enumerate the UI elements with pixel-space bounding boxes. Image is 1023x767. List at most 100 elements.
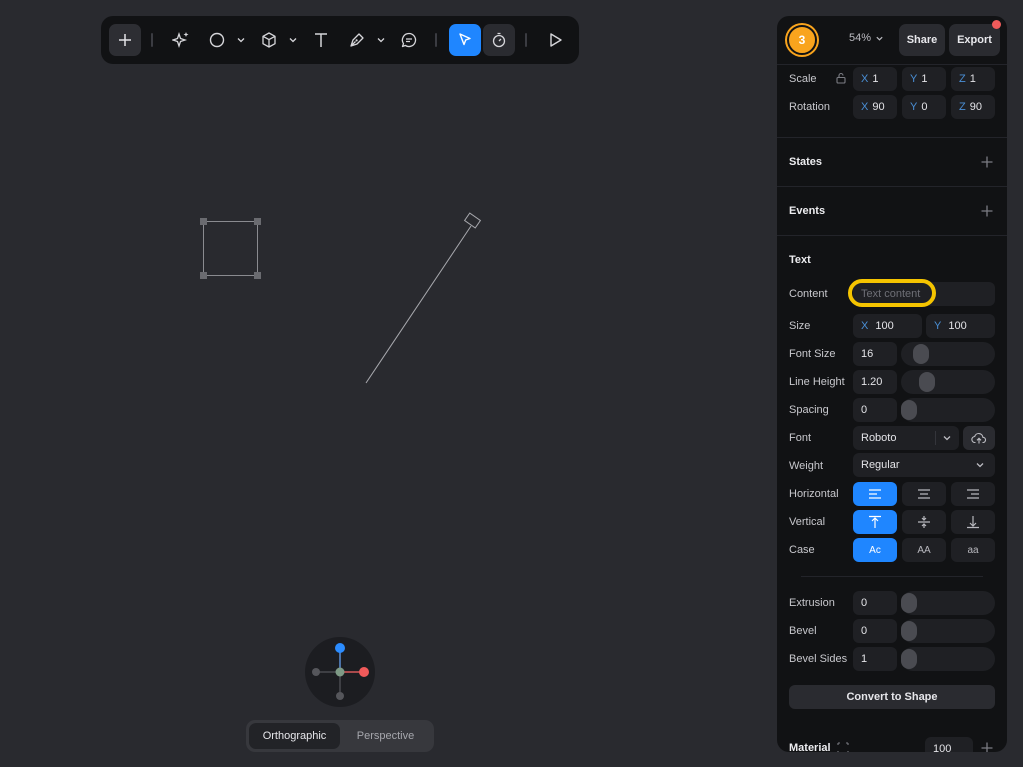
slider-knob[interactable] xyxy=(901,621,917,641)
spacing-input[interactable]: 0 xyxy=(853,398,897,422)
main-toolbar xyxy=(101,16,579,64)
zoom-level: 54% xyxy=(849,32,872,44)
orientation-gizmo[interactable] xyxy=(305,637,375,707)
valign-bottom-button[interactable] xyxy=(951,510,995,534)
size-y-field[interactable]: Y 100 xyxy=(926,314,995,338)
size-y-value: 100 xyxy=(948,320,967,332)
align-left-button[interactable] xyxy=(853,482,897,506)
extrusion-slider[interactable] xyxy=(901,591,995,615)
size-label: Size xyxy=(789,320,811,332)
events-heading: Events xyxy=(789,205,826,217)
header-divider xyxy=(777,64,1007,65)
text-tool-button[interactable] xyxy=(305,24,337,56)
material-grid-icon[interactable] xyxy=(837,742,849,752)
scale-y-value: 1 xyxy=(921,73,928,85)
bevel-sides-slider[interactable] xyxy=(901,647,995,671)
export-button[interactable]: Export xyxy=(949,24,1000,56)
bevel-value: 0 xyxy=(861,625,868,637)
scale-x-field[interactable]: X1 xyxy=(853,67,897,91)
select-tool-button[interactable] xyxy=(449,24,481,56)
text-section-heading: Text xyxy=(789,254,811,266)
object-dropdown-toggle[interactable] xyxy=(287,24,299,56)
slider-knob[interactable] xyxy=(901,593,917,613)
scale-z-value: 1 xyxy=(969,73,976,85)
font-size-input[interactable]: 16 xyxy=(853,342,897,366)
perspective-option[interactable]: Perspective xyxy=(340,723,431,749)
align-right-button[interactable] xyxy=(951,482,995,506)
comment-tool-button[interactable] xyxy=(393,24,425,56)
line-height-slider[interactable] xyxy=(901,370,995,394)
add-state-icon[interactable] xyxy=(980,155,994,169)
text-content-placeholder: Text content xyxy=(861,288,921,300)
ellipse-tool-button[interactable] xyxy=(201,24,233,56)
orthographic-option[interactable]: Orthographic xyxy=(249,723,340,749)
rotation-y-field[interactable]: Y0 xyxy=(902,95,946,119)
slider-knob[interactable] xyxy=(919,372,935,392)
slider-knob[interactable] xyxy=(913,344,929,364)
font-weight-select[interactable]: Regular xyxy=(853,453,995,477)
pen-icon xyxy=(350,33,364,47)
add-button[interactable] xyxy=(109,24,141,56)
add-event-icon[interactable] xyxy=(980,204,994,218)
comment-icon xyxy=(401,32,417,48)
font-family-select[interactable]: Roboto xyxy=(853,426,959,450)
add-material-icon[interactable] xyxy=(980,741,994,752)
avatar[interactable]: 3 xyxy=(787,25,817,55)
case-upper-button[interactable]: AA xyxy=(902,538,946,562)
bevel-label: Bevel xyxy=(789,625,817,637)
slider-knob[interactable] xyxy=(901,400,917,420)
section-divider xyxy=(777,235,1007,236)
zoom-selector[interactable]: 54% xyxy=(849,32,884,44)
axis-gizmo-graphic xyxy=(312,643,369,700)
case-lower-button[interactable]: aa xyxy=(951,538,995,562)
extrusion-label: Extrusion xyxy=(789,597,835,609)
bevel-sides-input[interactable]: 1 xyxy=(853,647,897,671)
bevel-input[interactable]: 0 xyxy=(853,619,897,643)
valign-middle-button[interactable] xyxy=(902,510,946,534)
valign-top-button[interactable] xyxy=(853,510,897,534)
slider-knob[interactable] xyxy=(901,649,917,669)
rotation-z-value: 90 xyxy=(969,101,982,113)
bevel-slider[interactable] xyxy=(901,619,995,643)
ai-tool-button[interactable] xyxy=(165,24,197,56)
scale-label: Scale xyxy=(789,73,817,85)
upload-font-button[interactable] xyxy=(963,426,995,450)
rotation-z-field[interactable]: Z 90 xyxy=(951,95,995,119)
text-icon xyxy=(315,33,327,47)
convert-to-shape-button[interactable]: Convert to Shape xyxy=(789,685,995,709)
spacing-slider[interactable] xyxy=(901,398,995,422)
rotation-x-field[interactable]: X 90 xyxy=(853,95,897,119)
shape-dropdown-toggle[interactable] xyxy=(235,24,247,56)
unlock-icon[interactable] xyxy=(835,72,847,84)
pen-tool-button[interactable] xyxy=(341,24,373,56)
share-button[interactable]: Share xyxy=(899,24,945,56)
pen-dropdown-toggle[interactable] xyxy=(375,24,387,56)
material-opacity-field[interactable]: 100 xyxy=(925,737,973,752)
content-label: Content xyxy=(789,288,828,300)
align-center-button[interactable] xyxy=(902,482,946,506)
extrusion-input[interactable]: 0 xyxy=(853,591,897,615)
properties-panel: 3 54% Share Export Scale X1 Y1 Z1 Rotati… xyxy=(777,16,1007,752)
z-axis-handle xyxy=(335,667,345,677)
resize-handle-top-right xyxy=(254,218,261,225)
cloud-upload-icon xyxy=(971,432,987,444)
size-x-field[interactable]: X 100 xyxy=(853,314,922,338)
animation-tool-button[interactable] xyxy=(483,24,515,56)
chevron-down-icon xyxy=(237,38,245,43)
scale-y-field[interactable]: Y1 xyxy=(902,67,946,91)
font-size-slider[interactable] xyxy=(901,342,995,366)
text-path-line xyxy=(365,225,472,384)
case-title-button[interactable]: Ac xyxy=(853,538,897,562)
3d-object-tool-button[interactable] xyxy=(253,24,285,56)
material-opacity-value: 100 xyxy=(933,743,952,752)
align-left-icon xyxy=(869,489,881,499)
chevron-down-icon xyxy=(377,38,385,43)
extrusion-value: 0 xyxy=(861,597,868,609)
line-height-label: Line Height xyxy=(789,376,845,388)
scale-z-field[interactable]: Z1 xyxy=(951,67,995,91)
section-divider xyxy=(777,186,1007,187)
y-axis-label: Y xyxy=(910,73,918,85)
play-button[interactable] xyxy=(539,24,571,56)
line-height-input[interactable]: 1.20 xyxy=(853,370,897,394)
text-content-input[interactable]: Text content xyxy=(853,282,995,306)
